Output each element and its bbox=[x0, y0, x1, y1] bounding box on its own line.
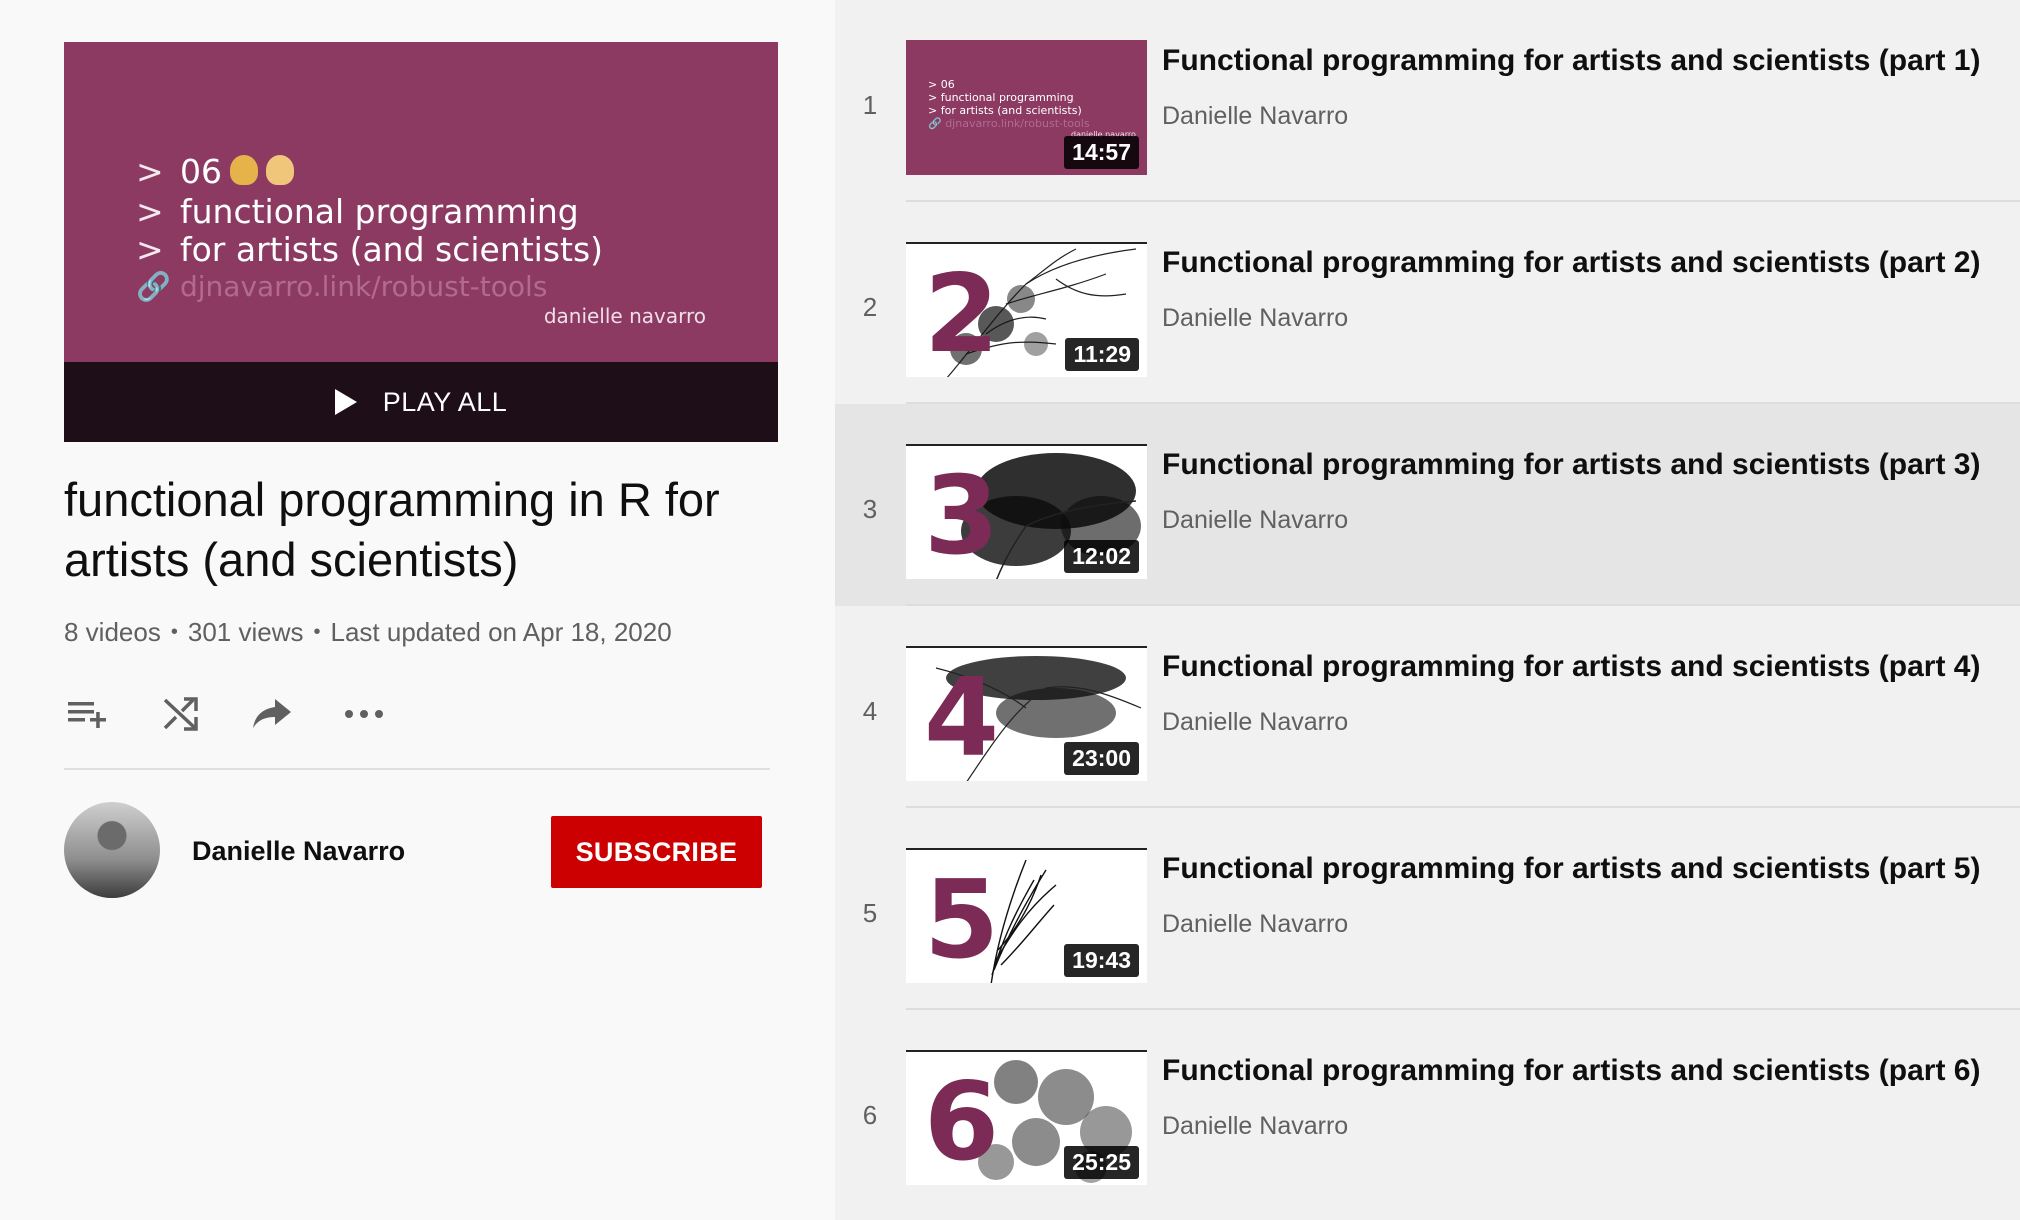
video-author[interactable]: Danielle Navarro bbox=[1162, 102, 1348, 131]
video-duration: 19:43 bbox=[1064, 944, 1139, 977]
thumb-number: 3 bbox=[924, 454, 1000, 579]
emoji-icon bbox=[230, 155, 258, 185]
thumb-text-line: > for artists (and scientists) bbox=[928, 104, 1082, 117]
thumb-text-line: 🔗 djnavarro.link/robust-tools bbox=[928, 117, 1090, 130]
video-index: 5 bbox=[862, 898, 878, 928]
playlist-title: functional programming in R for artists … bbox=[64, 473, 720, 586]
view-count: 301 views bbox=[187, 617, 304, 647]
separator-dot: • bbox=[313, 621, 321, 643]
video-author[interactable]: Danielle Navarro bbox=[1162, 708, 1348, 737]
subscribe-button[interactable]: SUBSCRIBE bbox=[551, 816, 762, 888]
emoji-icon bbox=[266, 155, 294, 185]
thumb-text-line: > 06 bbox=[928, 78, 955, 91]
hero-line-4-text: djnavarro.link/robust-tools bbox=[180, 270, 548, 303]
channel-name[interactable]: Danielle Navarro bbox=[192, 836, 405, 867]
video-index: 4 bbox=[862, 696, 878, 726]
video-row[interactable]: 1 > 06 > functional programming > for ar… bbox=[835, 0, 2020, 202]
video-count: 8 videos bbox=[64, 617, 161, 647]
hero-line-3: > for artists (and scientists) bbox=[136, 230, 604, 269]
video-duration: 25:25 bbox=[1064, 1146, 1139, 1179]
video-row[interactable]: 6 6 25:25 Functional programming for art… bbox=[835, 1010, 2020, 1212]
hero-line-4: 🔗 djnavarro.link/robust-tools bbox=[136, 270, 547, 303]
hero-line-1: >06 bbox=[136, 152, 294, 191]
thumb-text-line: > functional programming bbox=[928, 91, 1074, 104]
divider bbox=[64, 768, 770, 770]
video-row[interactable]: 4 4 23:00 Functional programming for art… bbox=[835, 606, 2020, 808]
thumb-number: 2 bbox=[924, 252, 1000, 377]
video-index: 3 bbox=[862, 494, 878, 524]
playlist-video-list: 1 > 06 > functional programming > for ar… bbox=[835, 0, 2020, 1220]
video-thumbnail[interactable]: 3 12:02 bbox=[906, 444, 1147, 579]
video-author[interactable]: Danielle Navarro bbox=[1162, 304, 1348, 333]
video-index: 2 bbox=[862, 292, 878, 322]
video-thumbnail[interactable]: 6 25:25 bbox=[906, 1050, 1147, 1185]
video-index: 6 bbox=[862, 1100, 878, 1130]
playlist-actions bbox=[64, 690, 432, 738]
video-author[interactable]: Danielle Navarro bbox=[1162, 1112, 1348, 1141]
hero-author: danielle navarro bbox=[543, 304, 706, 328]
video-thumbnail[interactable]: > 06 > functional programming > for arti… bbox=[906, 40, 1147, 175]
hero-line-2-text: functional programming bbox=[180, 192, 579, 231]
video-index: 1 bbox=[862, 90, 878, 120]
add-to-queue-icon[interactable] bbox=[64, 690, 112, 738]
playlist-hero-thumbnail[interactable]: >06 > functional programming > for artists… bbox=[64, 42, 778, 442]
thumb-number: 4 bbox=[924, 656, 1000, 781]
video-duration: 14:57 bbox=[1064, 136, 1139, 169]
hero-line-2: > functional programming bbox=[136, 192, 579, 231]
video-author[interactable]: Danielle Navarro bbox=[1162, 506, 1348, 535]
video-thumbnail[interactable]: 4 23:00 bbox=[906, 646, 1147, 781]
hero-line-3-text: for artists (and scientists) bbox=[180, 230, 604, 269]
more-icon[interactable] bbox=[340, 690, 388, 738]
shuffle-icon[interactable] bbox=[156, 690, 204, 738]
hero-thumbnail-image[interactable]: >06 > functional programming > for artists… bbox=[64, 42, 778, 362]
share-icon[interactable] bbox=[248, 690, 296, 738]
hero-line-1-text: 06 bbox=[180, 152, 222, 191]
video-title[interactable]: Functional programming for artists and s… bbox=[1162, 650, 1980, 684]
playlist-stats: 8 videos • 301 views • Last updated on A… bbox=[64, 617, 672, 648]
video-title[interactable]: Functional programming for artists and s… bbox=[1162, 44, 1980, 78]
last-updated: Last updated on Apr 18, 2020 bbox=[330, 617, 672, 647]
video-thumbnail[interactable]: 5 19:43 bbox=[906, 848, 1147, 983]
video-duration: 23:00 bbox=[1064, 742, 1139, 775]
link-icon: 🔗 bbox=[136, 270, 171, 303]
video-row[interactable]: 5 5 19:43 Functional programming for art… bbox=[835, 808, 2020, 1010]
video-duration: 11:29 bbox=[1065, 338, 1139, 371]
separator-dot: • bbox=[170, 621, 178, 643]
thumb-number: 6 bbox=[924, 1060, 1000, 1185]
channel-avatar[interactable] bbox=[64, 802, 160, 898]
video-duration: 12:02 bbox=[1064, 540, 1139, 573]
video-thumbnail[interactable]: 2 11:29 bbox=[906, 242, 1147, 377]
video-title[interactable]: Functional programming for artists and s… bbox=[1162, 852, 1980, 886]
video-row-active[interactable]: 3 3 12:02 Functional programming for art… bbox=[835, 404, 2020, 606]
play-all-button[interactable]: PLAY ALL bbox=[64, 362, 778, 442]
video-title[interactable]: Functional programming for artists and s… bbox=[1162, 246, 1980, 280]
play-icon bbox=[334, 389, 357, 415]
video-author[interactable]: Danielle Navarro bbox=[1162, 910, 1348, 939]
playlist-sidebar: >06 > functional programming > for artists… bbox=[0, 0, 835, 1220]
video-row[interactable]: 2 2 11:29 Functional programming for art… bbox=[835, 202, 2020, 404]
video-title[interactable]: Functional programming for artists and s… bbox=[1162, 1054, 1980, 1088]
video-title[interactable]: Functional programming for artists and s… bbox=[1162, 448, 1980, 482]
thumb-number: 5 bbox=[924, 858, 1000, 983]
play-all-label: PLAY ALL bbox=[382, 386, 508, 417]
